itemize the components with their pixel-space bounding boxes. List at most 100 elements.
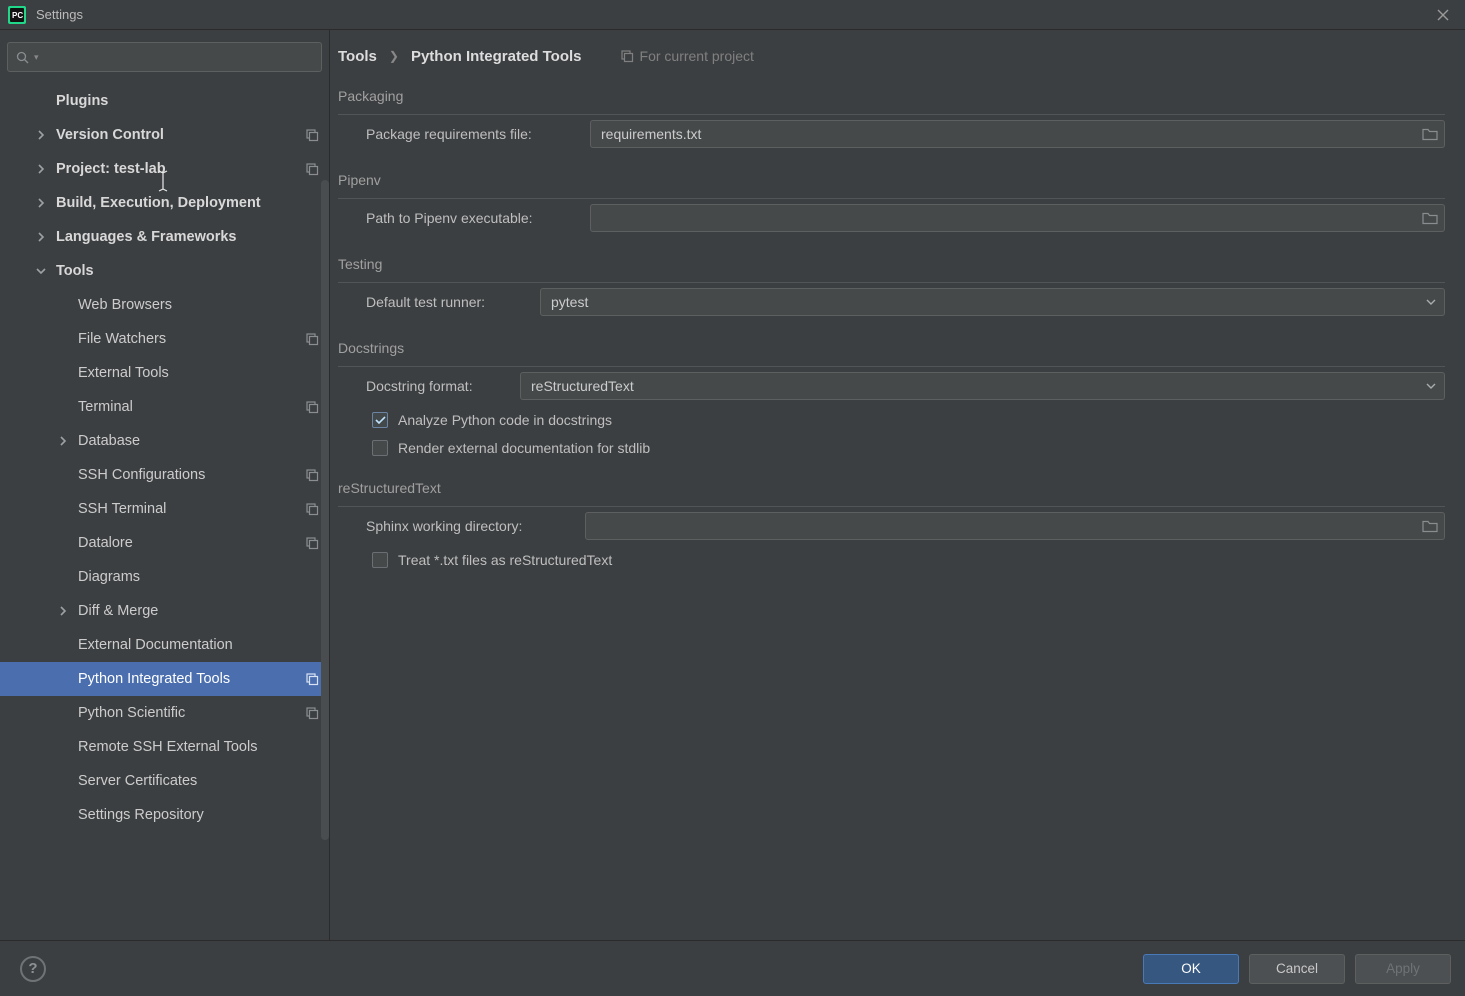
analyze-docstrings-checkbox[interactable] (372, 412, 388, 428)
sidebar-item-label: Web Browsers (78, 297, 172, 313)
sidebar-item-ssh-terminal[interactable]: SSH Terminal (0, 492, 329, 526)
docstring-format-select[interactable]: reStructuredText (520, 372, 1445, 400)
legend-testing: Testing (338, 256, 390, 272)
sidebar-item-label: Plugins (56, 93, 108, 109)
sidebar-item-diff-merge[interactable]: Diff & Merge (0, 594, 329, 628)
group-restructuredtext: reStructuredText Sphinx working director… (338, 480, 1445, 568)
sidebar-item-label: Terminal (78, 399, 133, 415)
sidebar-item-external-tools[interactable]: External Tools (0, 356, 329, 390)
group-pipenv: Pipenv Path to Pipenv executable: (338, 172, 1445, 232)
search-icon (16, 51, 29, 64)
requirements-input[interactable]: requirements.txt (590, 120, 1445, 148)
sidebar-item-python-integrated-tools[interactable]: Python Integrated Tools (0, 662, 329, 696)
pipenv-path-input[interactable] (590, 204, 1445, 232)
search-input[interactable] (39, 50, 313, 65)
legend-docstrings: Docstrings (338, 340, 412, 356)
content: Packaging Package requirements file: req… (330, 82, 1465, 940)
body: ▾ Plugins Version Control Project: test-la… (0, 30, 1465, 940)
project-scope-icon (305, 468, 319, 482)
scope-indicator: For current project (620, 48, 754, 64)
sidebar-item-label: SSH Configurations (78, 467, 205, 483)
sidebar-item-remote-ssh-external-tools[interactable]: Remote SSH External Tools (0, 730, 329, 764)
sidebar-item-label: Remote SSH External Tools (78, 739, 257, 755)
chevron-right-icon (36, 232, 50, 242)
sphinx-dir-input[interactable] (585, 512, 1445, 540)
sidebar-item-label: Datalore (78, 535, 133, 551)
sidebar-item-label: Server Certificates (78, 773, 197, 789)
search-input-wrap[interactable]: ▾ (7, 42, 322, 72)
chevron-down-icon (1426, 299, 1436, 305)
sidebar-item-python-scientific[interactable]: Python Scientific (0, 696, 329, 730)
sidebar-item-version-control[interactable]: Version Control (0, 118, 329, 152)
sidebar-item-database[interactable]: Database (0, 424, 329, 458)
test-runner-select[interactable]: pytest (540, 288, 1445, 316)
sidebar-item-file-watchers[interactable]: File Watchers (0, 322, 329, 356)
sidebar-item-diagrams[interactable]: Diagrams (0, 560, 329, 594)
group-packaging: Packaging Package requirements file: req… (338, 88, 1445, 148)
main-panel: Tools ❯ Python Integrated Tools For curr… (330, 30, 1465, 940)
sidebar-item-settings-repository[interactable]: Settings Repository (0, 798, 329, 832)
pipenv-path-label: Path to Pipenv executable: (366, 210, 576, 226)
chevron-down-icon (1426, 383, 1436, 389)
sidebar-item-build-execution-deployment[interactable]: Build, Execution, Deployment (0, 186, 329, 220)
analyze-docstrings-row[interactable]: Analyze Python code in docstrings (372, 412, 1445, 428)
legend-packaging: Packaging (338, 88, 411, 104)
legend-pipenv: Pipenv (338, 172, 389, 188)
sidebar-item-plugins[interactable]: Plugins (0, 84, 329, 118)
sidebar-item-web-browsers[interactable]: Web Browsers (0, 288, 329, 322)
project-scope-icon (305, 536, 319, 550)
render-stdlib-checkbox[interactable] (372, 440, 388, 456)
treat-txt-label: Treat *.txt files as reStructuredText (398, 552, 612, 568)
project-scope-icon (305, 706, 319, 720)
project-scope-icon (305, 332, 319, 346)
sidebar-item-label: File Watchers (78, 331, 166, 347)
requirements-value: requirements.txt (601, 126, 701, 142)
sidebar-item-label: Build, Execution, Deployment (56, 195, 261, 211)
group-docstrings: Docstrings Docstring format: reStructure… (338, 340, 1445, 456)
sidebar-item-label: Languages & Frameworks (56, 229, 237, 245)
project-scope-icon (305, 128, 319, 142)
render-stdlib-label: Render external documentation for stdlib (398, 440, 650, 456)
settings-window: PC Settings ▾ PluginsVersion ControlProj… (0, 0, 1465, 996)
browse-folder-icon[interactable] (1422, 520, 1438, 533)
ok-button[interactable]: OK (1143, 954, 1239, 984)
settings-tree: Plugins Version Control Project: test-lab B… (0, 80, 329, 940)
breadcrumb-root[interactable]: Tools (338, 48, 377, 65)
render-stdlib-row[interactable]: Render external documentation for stdlib (372, 440, 1445, 456)
sidebar-item-datalore[interactable]: Datalore (0, 526, 329, 560)
test-runner-value: pytest (551, 294, 588, 310)
treat-txt-checkbox[interactable] (372, 552, 388, 568)
sidebar-item-project-test-lab[interactable]: Project: test-lab (0, 152, 329, 186)
browse-folder-icon[interactable] (1422, 128, 1438, 141)
sidebar-scrollbar[interactable] (321, 180, 329, 840)
sidebar-item-label: SSH Terminal (78, 501, 166, 517)
help-button[interactable]: ? (20, 956, 46, 982)
sidebar-item-ssh-configurations[interactable]: SSH Configurations (0, 458, 329, 492)
sidebar-item-external-documentation[interactable]: External Documentation (0, 628, 329, 662)
pycharm-icon: PC (8, 6, 26, 24)
project-scope-icon (305, 672, 319, 686)
treat-txt-row[interactable]: Treat *.txt files as reStructuredText (372, 552, 1445, 568)
scope-label: For current project (640, 48, 754, 64)
docstring-format-value: reStructuredText (531, 378, 634, 394)
sidebar-item-server-certificates[interactable]: Server Certificates (0, 764, 329, 798)
svg-text:PC: PC (12, 11, 23, 20)
sidebar-item-languages-frameworks[interactable]: Languages & Frameworks (0, 220, 329, 254)
sidebar-item-label: Version Control (56, 127, 164, 143)
sidebar-item-terminal[interactable]: Terminal (0, 390, 329, 424)
chevron-right-icon (36, 164, 50, 174)
docstring-format-label: Docstring format: (366, 378, 506, 394)
chevron-right-icon: ❯ (389, 49, 399, 63)
project-scope-icon (305, 162, 319, 176)
group-testing: Testing Default test runner: pytest (338, 256, 1445, 316)
sidebar-item-label: Python Scientific (78, 705, 185, 721)
sidebar-item-tools[interactable]: Tools (0, 254, 329, 288)
browse-folder-icon[interactable] (1422, 212, 1438, 225)
chevron-right-icon (58, 606, 72, 616)
close-button[interactable] (1429, 1, 1457, 29)
sidebar: ▾ Plugins Version Control Project: test-la… (0, 30, 330, 940)
chevron-right-icon (36, 130, 50, 140)
cancel-button[interactable]: Cancel (1249, 954, 1345, 984)
apply-button[interactable]: Apply (1355, 954, 1451, 984)
sidebar-item-label: Project: test-lab (56, 161, 166, 177)
